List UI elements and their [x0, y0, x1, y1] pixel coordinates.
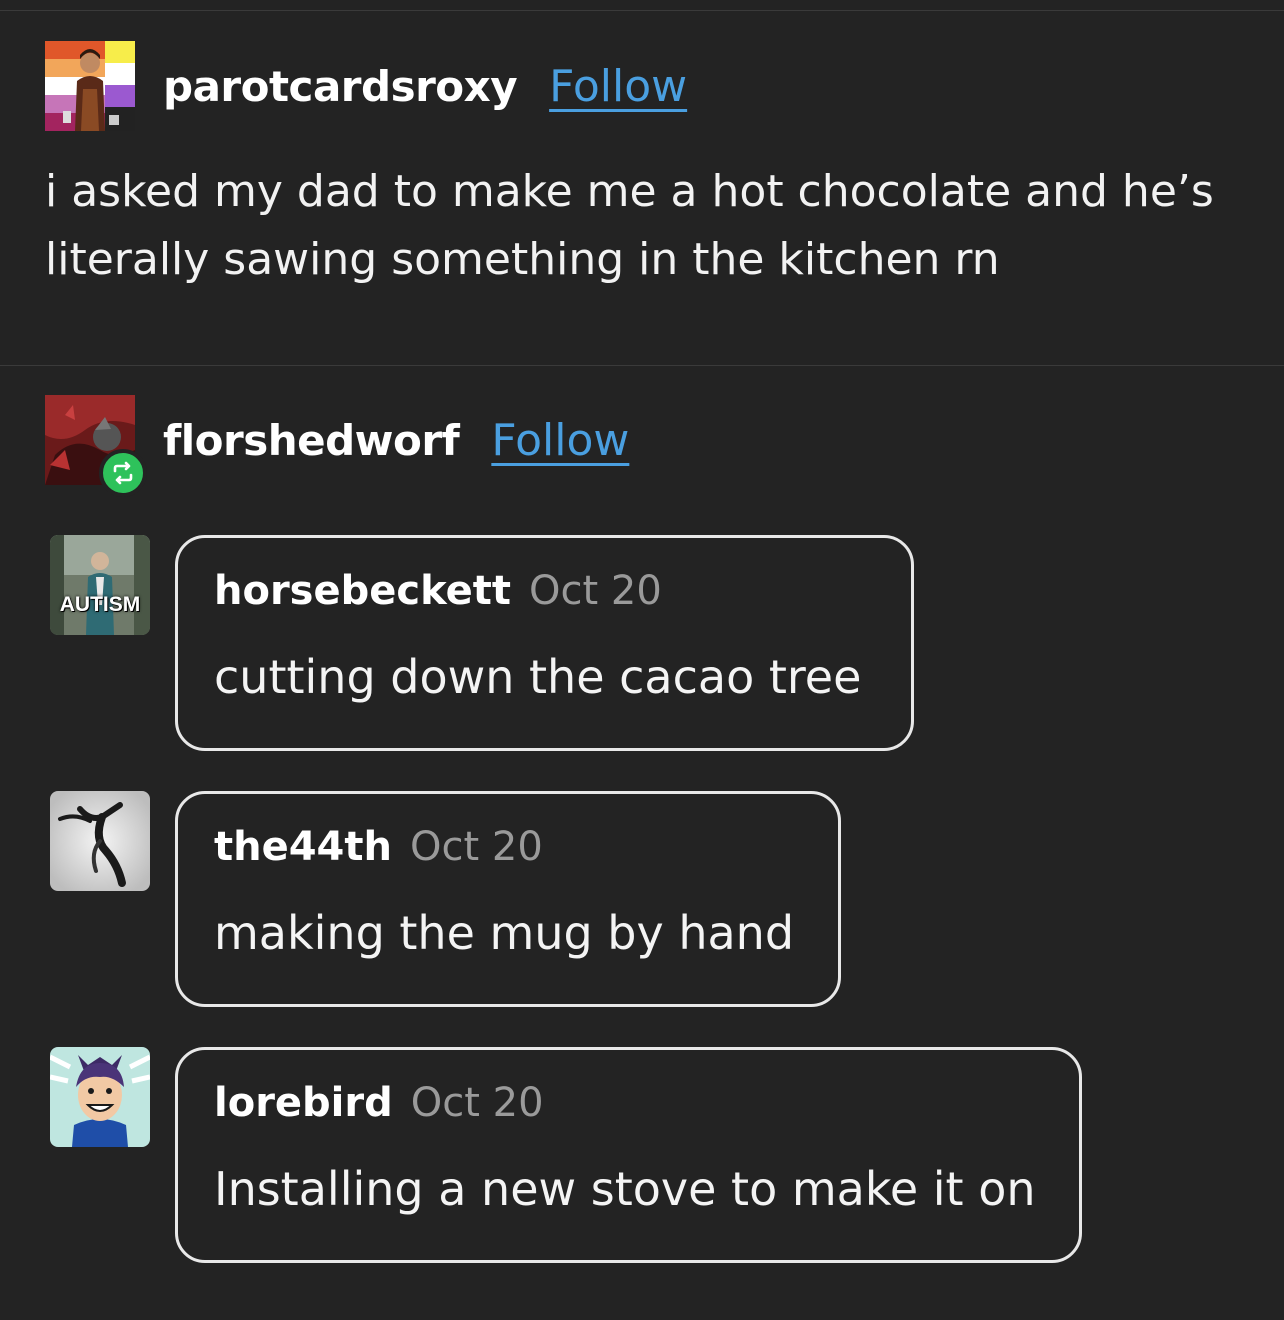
reply-username[interactable]: lorebird — [214, 1080, 393, 1126]
reply-avatar-horsebeckett[interactable]: AUTISM — [50, 535, 150, 635]
reblog-icon — [99, 449, 147, 497]
reply-username[interactable]: horsebeckett — [214, 568, 511, 614]
autism-caption: AUTISM — [59, 593, 141, 616]
reply-date: Oct 20 — [529, 568, 662, 614]
op-username[interactable]: parotcardsroxy — [163, 62, 518, 111]
lorebird-avatar-image — [50, 1047, 150, 1147]
reply-meta: lorebird Oct 20 — [214, 1078, 1043, 1128]
reply-bubble: the44th Oct 20 making the mug by hand — [175, 791, 841, 1007]
op-header: parotcardsroxy Follow — [45, 41, 687, 131]
reply-text: cutting down the cacao tree — [214, 650, 862, 704]
reply-avatar-the44th[interactable] — [50, 791, 150, 891]
op-avatar[interactable] — [45, 41, 135, 131]
reply-avatar-lorebird[interactable] — [50, 1047, 150, 1147]
reblogger-avatar[interactable] — [45, 395, 147, 497]
reply-row: the44th Oct 20 making the mug by hand — [50, 791, 841, 1007]
reply-row: lorebird Oct 20 Installing a new stove to… — [50, 1047, 1082, 1263]
reblog-header: florshedworf Follow — [45, 395, 629, 497]
op-follow-link[interactable]: Follow — [549, 61, 687, 112]
reply-date: Oct 20 — [410, 824, 543, 870]
reblogger-follow-link[interactable]: Follow — [491, 415, 629, 466]
reply-meta: horsebeckett Oct 20 — [214, 566, 875, 616]
horsebeckett-avatar-image — [50, 535, 150, 635]
reply-date: Oct 20 — [410, 1080, 544, 1126]
reblog-divider — [0, 365, 1284, 366]
top-divider — [0, 10, 1284, 11]
reply-text: Installing a new stove to make it on — [214, 1162, 1036, 1216]
reply-bubble: lorebird Oct 20 Installing a new stove to… — [175, 1047, 1082, 1263]
op-avatar-image — [45, 41, 135, 131]
the44th-avatar-image — [50, 791, 150, 891]
reply-meta: the44th Oct 20 — [214, 822, 802, 872]
op-post-text: i asked my dad to make me a hot chocolat… — [45, 166, 1214, 285]
reply-text: making the mug by hand — [214, 906, 795, 960]
reblogger-username[interactable]: florshedworf — [163, 416, 460, 465]
reply-username[interactable]: the44th — [214, 824, 392, 870]
reply-bubble: horsebeckett Oct 20 cutting down the caca… — [175, 535, 914, 751]
reply-row: AUTISM horsebeckett Oct 20 cutting down t… — [50, 535, 914, 751]
